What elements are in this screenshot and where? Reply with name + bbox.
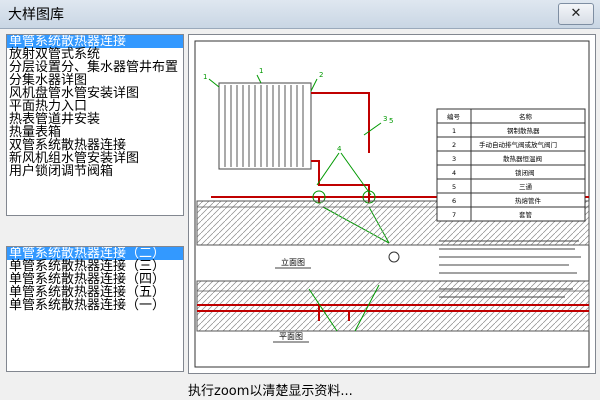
legend-cell: 2 [452,141,456,149]
title-bar: 大样图库 ✕ [0,0,600,29]
svg-text:4: 4 [337,145,342,153]
legend-cell: 3 [452,155,456,163]
svg-text:3: 3 [383,115,387,123]
legend-cell: 手动自动排气阀或放气阀门 [479,140,557,149]
legend-table: 编号 名称 1 钢制散热器 2 手动自动排气阀或放气阀门 3 散热器恒温阀 4 … [436,108,586,222]
legend-cell: 锁闭阀 [515,168,535,177]
list-item[interactable]: 用户锁闭调节阀箱 [7,165,183,178]
svg-text:1: 1 [203,73,207,81]
legend-header-cell: 编号 [447,112,461,121]
svg-text:1: 1 [259,67,263,75]
svg-text:2: 2 [319,71,323,79]
drawing-canvas: 1 1 2 3 4 5 立面图 平面图 编号 名称 1 钢制散热器 2 手动自动排气阀… [194,40,590,368]
legend-cell: 散热器恒温阀 [503,154,542,163]
close-icon: ✕ [570,6,582,21]
legend-cell: 套管 [519,210,533,219]
legend-cell: 7 [452,211,456,219]
elevation-label: 立面图 [281,257,305,267]
legend-cell: 5 [452,183,456,191]
svg-text:5: 5 [389,117,393,125]
plan-label: 平面图 [279,332,303,341]
radiator [218,82,312,170]
status-text: 执行zoom以清楚显示资料... [188,384,353,399]
drawing-list[interactable]: 单管系统散热器连接（二） 单管系统散热器连接（三） 单管系统散热器连接（四） 单… [6,246,184,372]
notes-block [439,240,581,298]
drawing-preview[interactable]: 1 1 2 3 4 5 立面图 平面图 编号 名称 1 钢制散热器 2 手动自动排气阀或… [188,34,596,374]
legend-cell: 钢制散热器 [507,126,540,135]
window-title: 大样图库 [8,7,64,23]
list-item[interactable]: 单管系统散热器连接（一） [7,299,183,312]
legend-header-cell: 名称 [519,112,533,121]
legend-cell: 6 [452,197,456,205]
legend-cell: 4 [452,169,456,177]
legend-cell: 1 [452,127,456,135]
section-marker [388,251,400,263]
category-list[interactable]: 单管系统散热器连接 放射双管式系统 分层设置分、集水器管井布置 分集水器详图 风… [6,34,184,216]
legend-cell: 热熔管件 [515,196,542,205]
close-button[interactable]: ✕ [558,3,594,25]
legend-cell: 三通 [519,182,533,191]
